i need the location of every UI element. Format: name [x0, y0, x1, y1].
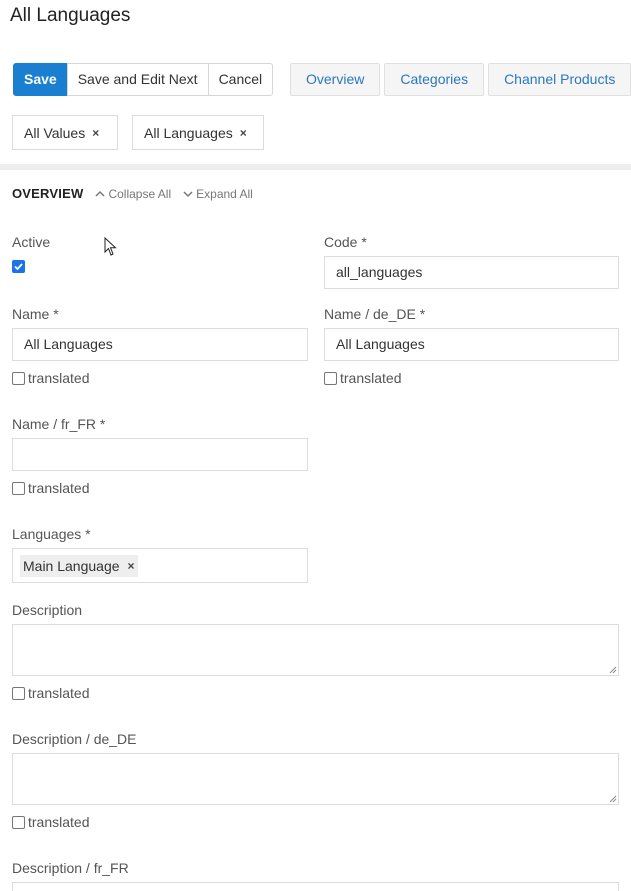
collapse-all-link[interactable]: Collapse All — [95, 187, 171, 201]
name-translated-checkbox[interactable] — [12, 371, 25, 385]
active-checkbox[interactable] — [12, 260, 25, 273]
resize-grip-icon[interactable] — [609, 666, 617, 674]
overview-section-header: OVERVIEW Collapse All Expand All — [12, 186, 253, 201]
description-de-label: Description / de_DE — [12, 731, 137, 747]
close-icon[interactable]: × — [92, 126, 99, 140]
name-translated-label: translated — [28, 370, 90, 386]
languages-filter-label: All Languages — [144, 124, 233, 141]
action-buttons: Save Save and Edit Next Cancel — [13, 63, 274, 96]
name-fr-translated-checkbox-row[interactable]: translated — [12, 480, 89, 496]
description-de-translated-label: translated — [28, 814, 90, 830]
chevron-down-icon — [183, 190, 193, 197]
name-de-label: Name / de_DE * — [324, 306, 426, 322]
save-button[interactable]: Save — [13, 63, 68, 96]
resize-grip-icon[interactable] — [609, 795, 617, 803]
languages-filter[interactable]: All Languages × — [132, 115, 264, 150]
name-label: Name * — [12, 306, 59, 322]
name-de-translated-checkbox[interactable] — [324, 371, 337, 385]
mouse-pointer-icon — [104, 237, 117, 256]
description-textarea[interactable] — [12, 624, 619, 676]
description-label: Description — [12, 602, 83, 618]
close-icon[interactable]: × — [240, 126, 247, 140]
collapse-all-label: Collapse All — [108, 186, 172, 201]
description-translated-checkbox-row[interactable]: translated — [12, 685, 89, 701]
section-divider — [0, 164, 631, 170]
name-de-input[interactable]: All Languages — [324, 328, 619, 361]
values-filter-tag: All Values × — [24, 125, 99, 141]
tab-categories[interactable]: Categories — [384, 63, 485, 96]
expand-all-link[interactable]: Expand All — [183, 187, 253, 201]
cancel-button[interactable]: Cancel — [207, 63, 274, 96]
description-de-translated-checkbox[interactable] — [12, 815, 25, 829]
description-fr-label: Description / fr_FR — [12, 860, 129, 876]
name-translated-checkbox-row[interactable]: translated — [12, 370, 89, 386]
name-fr-translated-checkbox[interactable] — [12, 481, 25, 495]
chevron-up-icon — [95, 190, 105, 197]
tab-channel-products[interactable]: Channel Products — [488, 63, 631, 96]
name-fr-input[interactable] — [12, 438, 308, 471]
description-de-translated-checkbox-row[interactable]: translated — [12, 814, 89, 830]
values-filter-label: All Values — [24, 124, 86, 141]
languages-filter-tag: All Languages × — [144, 125, 247, 141]
name-de-translated-checkbox-row[interactable]: translated — [324, 370, 401, 386]
page-title: All Languages — [10, 5, 131, 26]
name-fr-translated-label: translated — [28, 480, 90, 496]
description-translated-label: translated — [28, 685, 90, 701]
expand-all-label: Expand All — [196, 186, 253, 201]
name-de-translated-label: translated — [340, 370, 402, 386]
languages-label: Languages * — [12, 526, 91, 542]
code-input[interactable]: all_languages — [324, 256, 619, 289]
values-filter[interactable]: All Values × — [12, 115, 118, 150]
active-label: Active — [12, 234, 51, 250]
name-input[interactable]: All Languages — [12, 328, 308, 361]
checkmark-icon — [14, 263, 23, 271]
code-label: Code * — [324, 234, 367, 250]
tab-overview[interactable]: Overview — [290, 63, 381, 96]
language-tag-main-language: Main Language × — [20, 555, 138, 577]
name-fr-label: Name / fr_FR * — [12, 416, 106, 432]
description-fr-textarea[interactable] — [12, 882, 619, 891]
save-and-edit-next-button[interactable]: Save and Edit Next — [66, 63, 209, 96]
description-translated-checkbox[interactable] — [12, 686, 25, 700]
tab-bar: Overview Categories Channel Products — [290, 63, 631, 96]
close-icon[interactable]: × — [128, 559, 135, 573]
description-de-textarea[interactable] — [12, 753, 619, 805]
language-tag-label: Main Language — [23, 558, 120, 574]
section-title: OVERVIEW — [12, 186, 84, 201]
